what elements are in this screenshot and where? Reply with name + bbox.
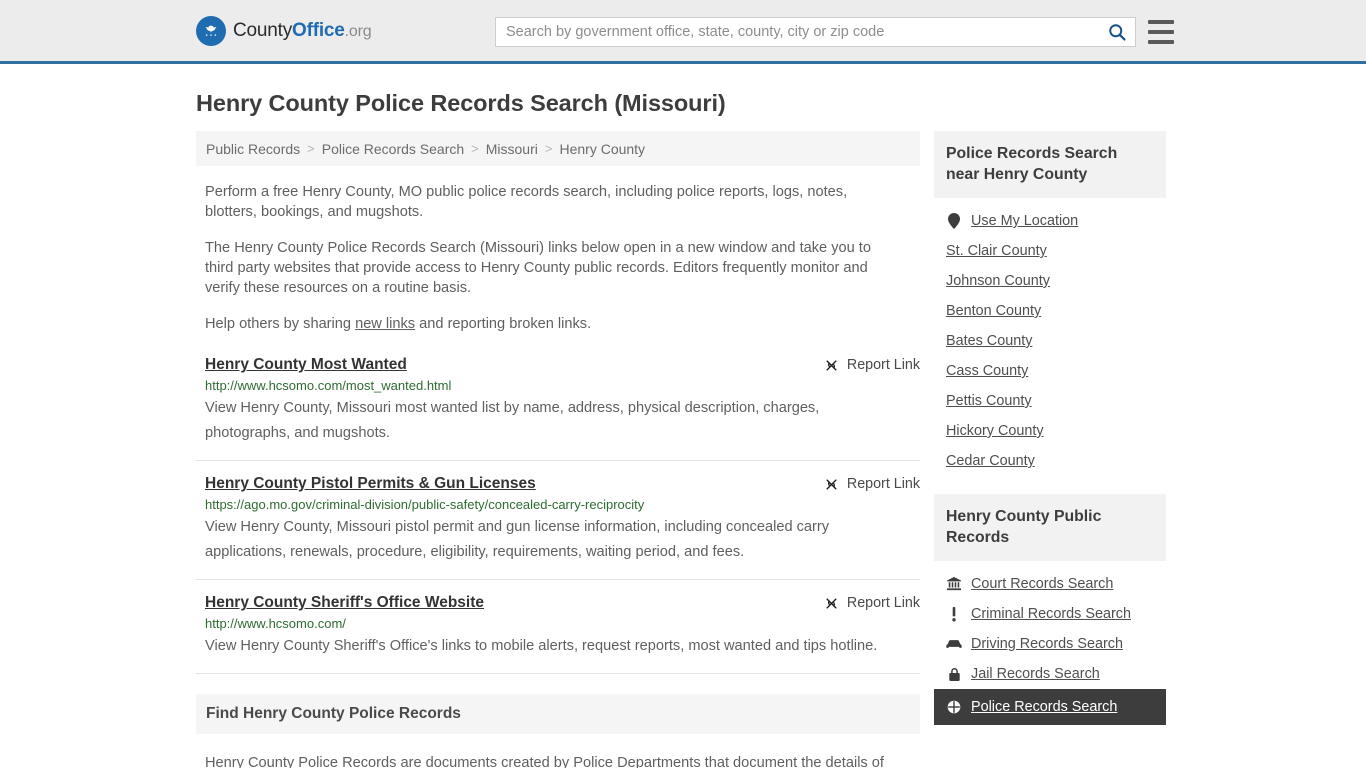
sidebar-item-criminal-records-search[interactable]: Criminal Records Search	[934, 599, 1166, 629]
lock-icon	[946, 667, 962, 682]
sidebar-card-public-records: Henry County Public Records Court Record…	[934, 494, 1166, 725]
sidebar-link-label[interactable]: Court Records Search	[971, 576, 1113, 592]
sidebar-item-bates-county[interactable]: Bates County	[934, 326, 1166, 356]
sidebar-link-label[interactable]: Criminal Records Search	[971, 606, 1131, 622]
sidebar-item-jail-records-search[interactable]: Jail Records Search	[934, 659, 1166, 689]
listing-url[interactable]: http://www.hcsomo.com/most_wanted.html	[205, 378, 920, 393]
car-icon	[946, 638, 962, 650]
find-records-section: Find Henry County Police Records Henry C…	[196, 694, 920, 768]
listing-title-link[interactable]: Henry County Pistol Permits & Gun Licens…	[205, 475, 536, 493]
sidebar-link-label[interactable]: Use My Location	[971, 213, 1078, 229]
listing-item: Henry County Pistol Permits & Gun Licens…	[196, 475, 920, 580]
page-body: Henry County Police Records Search (Miss…	[0, 90, 1366, 768]
listing-url[interactable]: https://ago.mo.gov/criminal-division/pub…	[205, 497, 920, 512]
sidebar-link-label[interactable]: Jail Records Search	[971, 666, 1100, 682]
sidebar-link-label[interactable]: Bates County	[946, 333, 1032, 349]
sidebar-link-label[interactable]: Benton County	[946, 303, 1041, 319]
listing-item: Henry County Sheriff's Office Website ht…	[196, 594, 920, 674]
breadcrumb-item-police-records-search[interactable]: Police Records Search	[322, 141, 464, 157]
search-bar[interactable]	[495, 17, 1136, 47]
exclamation-icon	[946, 606, 962, 622]
menu-bar-1	[1148, 20, 1174, 24]
site-header: CountyOffice.org	[0, 0, 1366, 64]
listing-results: Henry County Most Wanted http://www.hcso…	[196, 356, 920, 674]
badge-icon	[946, 700, 962, 714]
report-link-label: Report Link	[846, 357, 920, 373]
breadcrumb-separator: >	[307, 141, 315, 156]
sidebar-link-label[interactable]: Pettis County	[946, 393, 1032, 409]
eagle-seal-icon	[196, 15, 226, 46]
page-title: Henry County Police Records Search (Miss…	[196, 90, 726, 116]
report-link-button[interactable]: Report Link	[824, 357, 920, 373]
logo-text-office: Office	[292, 19, 345, 41]
menu-bar-2	[1148, 30, 1174, 34]
sidebar-item-cedar-county[interactable]: Cedar County	[934, 446, 1166, 476]
report-link-label: Report Link	[846, 595, 920, 611]
listing-title-link[interactable]: Henry County Sheriff's Office Website	[205, 594, 484, 612]
sidebar-item-police-records-search[interactable]: Police Records Search	[934, 689, 1166, 725]
report-link-button[interactable]: Report Link	[824, 476, 920, 492]
sidebar-item-driving-records-search[interactable]: Driving Records Search	[934, 629, 1166, 659]
intro-p3-prefix: Help others by sharing	[205, 316, 356, 332]
sidebar-nearby-list: Use My Location St. Clair County Johnson…	[934, 198, 1166, 476]
sidebar-item-cass-county[interactable]: Cass County	[934, 356, 1166, 386]
find-records-header: Find Henry County Police Records	[196, 694, 920, 734]
listing-url[interactable]: http://www.hcsomo.com/	[205, 616, 920, 631]
sidebar-nearby-header: Police Records Search near Henry County	[934, 131, 1166, 198]
sidebar-link-label[interactable]: St. Clair County	[946, 243, 1047, 259]
breadcrumb-separator: >	[471, 141, 479, 156]
main-column: Public Records > Police Records Search >…	[196, 131, 920, 768]
listing-description: View Henry County, Missouri pistol permi…	[205, 519, 830, 560]
sidebar-link-label[interactable]: Police Records Search	[971, 699, 1117, 715]
sidebar: Police Records Search near Henry County …	[934, 131, 1166, 725]
sidebar-item-court-records-search[interactable]: Court Records Search	[934, 569, 1166, 599]
sidebar-link-label[interactable]: Driving Records Search	[971, 636, 1123, 652]
menu-bar-3	[1148, 40, 1174, 44]
search-input[interactable]	[496, 18, 1099, 46]
sidebar-item-st-clair-county[interactable]: St. Clair County	[934, 236, 1166, 266]
content-columns: Public Records > Police Records Search >…	[0, 131, 1366, 768]
hamburger-menu-icon[interactable]	[1148, 20, 1174, 44]
new-links-link[interactable]: new links	[355, 316, 415, 332]
courthouse-icon	[946, 577, 962, 591]
sidebar-item-johnson-county[interactable]: Johnson County	[934, 266, 1166, 296]
find-records-body: Henry County Police Records are document…	[205, 755, 884, 768]
logo-text-org: .org	[344, 22, 372, 40]
sidebar-link-label[interactable]: Johnson County	[946, 273, 1050, 289]
breadcrumb-item-missouri[interactable]: Missouri	[486, 141, 538, 157]
breadcrumb: Public Records > Police Records Search >…	[196, 131, 920, 166]
search-icon	[1109, 24, 1126, 41]
broken-link-icon	[824, 477, 839, 492]
breadcrumb-separator: >	[544, 141, 553, 156]
sidebar-link-label[interactable]: Cass County	[946, 363, 1028, 379]
breadcrumb-item-henry-county[interactable]: Henry County	[559, 141, 645, 157]
sidebar-public-records-list: Court Records Search Criminal Records Se…	[934, 561, 1166, 725]
report-link-button[interactable]: Report Link	[824, 595, 920, 611]
listing-description: View Henry County, Missouri most wanted …	[205, 400, 820, 441]
listing-title-link[interactable]: Henry County Most Wanted	[205, 356, 407, 374]
listing-description: View Henry County Sheriff's Office's lin…	[205, 638, 878, 654]
broken-link-icon	[824, 596, 839, 611]
site-logo[interactable]: CountyOffice.org	[196, 15, 372, 46]
breadcrumb-item-public-records[interactable]: Public Records	[206, 141, 300, 157]
sidebar-link-label[interactable]: Cedar County	[946, 453, 1035, 469]
sidebar-public-records-header: Henry County Public Records	[934, 494, 1166, 561]
intro-p3-suffix: and reporting broken links.	[415, 316, 592, 332]
report-link-label: Report Link	[846, 476, 920, 492]
intro-paragraph-2: The Henry County Police Records Search (…	[205, 240, 871, 296]
site-logo-text: CountyOffice.org	[233, 19, 372, 42]
intro-paragraph-1: Perform a free Henry County, MO public p…	[205, 184, 848, 220]
listing-item: Henry County Most Wanted http://www.hcso…	[196, 356, 920, 461]
search-button[interactable]	[1099, 18, 1135, 46]
broken-link-icon	[824, 358, 839, 373]
sidebar-item-benton-county[interactable]: Benton County	[934, 296, 1166, 326]
sidebar-card-nearby: Police Records Search near Henry County …	[934, 131, 1166, 476]
map-pin-icon	[946, 213, 962, 229]
intro-paragraph-3: Help others by sharing new links and rep…	[205, 314, 895, 334]
sidebar-item-use-my-location[interactable]: Use My Location	[934, 206, 1166, 236]
sidebar-link-label[interactable]: Hickory County	[946, 423, 1044, 439]
sidebar-item-pettis-county[interactable]: Pettis County	[934, 386, 1166, 416]
logo-text-county: County	[233, 19, 293, 41]
sidebar-item-hickory-county[interactable]: Hickory County	[934, 416, 1166, 446]
